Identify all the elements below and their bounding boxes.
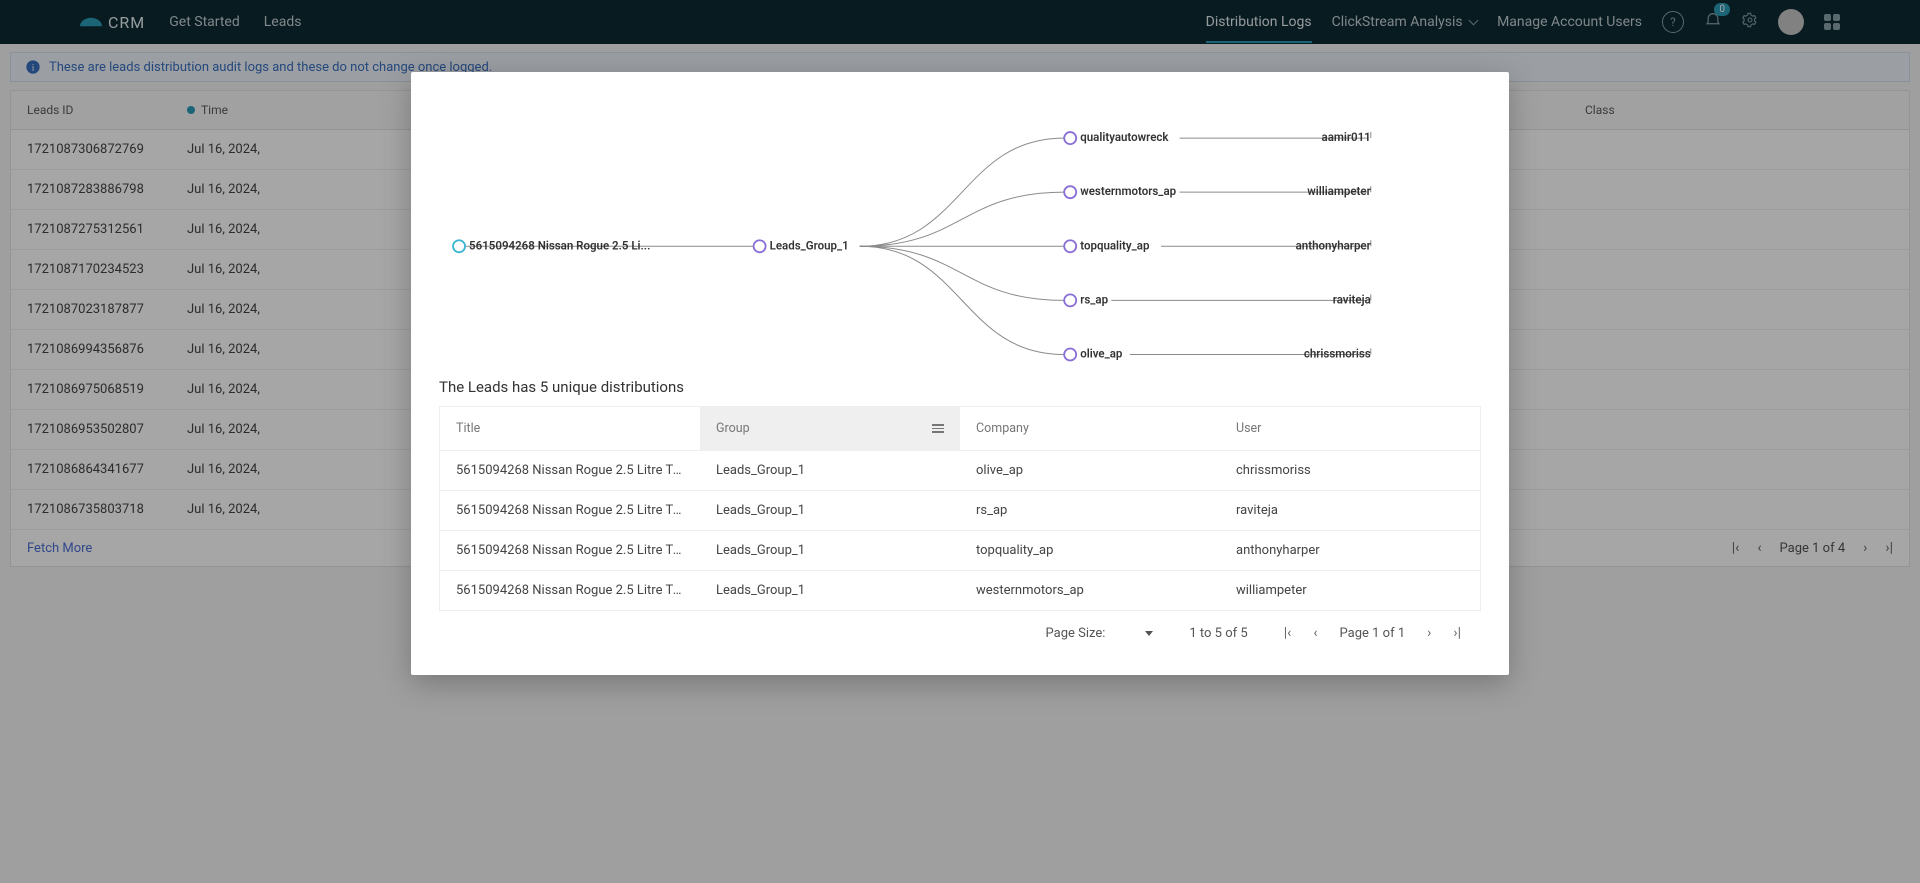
svg-text:anthonyharper: anthonyharper xyxy=(1296,238,1371,252)
distribution-graph: 5615094268 Nissan Rogue 2.5 Li... Leads_G… xyxy=(439,96,1481,366)
cell-group: Leads_Group_1 xyxy=(700,531,960,570)
modal-pager: |‹ ‹ Page 1 of 1 › ›| xyxy=(1284,625,1461,641)
svg-text:Leads_Group_1: Leads_Group_1 xyxy=(770,238,849,252)
distribution-modal: 5615094268 Nissan Rogue 2.5 Li... Leads_G… xyxy=(411,72,1509,675)
dist-table-body: 5615094268 Nissan Rogue 2.5 Litre Transm… xyxy=(440,450,1480,610)
modal-pager-status: Page 1 of 1 xyxy=(1340,626,1406,641)
dth-company[interactable]: Company xyxy=(960,407,1220,450)
modal-subheading: The Leads has 5 unique distributions xyxy=(439,378,1481,396)
dist-table-header: Title Group Company User xyxy=(440,407,1480,450)
svg-text:chrissmoriss: chrissmoriss xyxy=(1304,347,1371,361)
dist-row[interactable]: 5615094268 Nissan Rogue 2.5 Litre Transm… xyxy=(440,570,1480,610)
svg-text:5615094268 Nissan Rogue 2.5 Li: 5615094268 Nissan Rogue 2.5 Li... xyxy=(469,238,650,252)
cell-user: raviteja xyxy=(1220,491,1480,530)
svg-text:topquality_ap: topquality_ap xyxy=(1080,238,1150,252)
svg-text:westernmotors_ap: westernmotors_ap xyxy=(1080,184,1176,198)
cell-title: 5615094268 Nissan Rogue 2.5 Litre Transm… xyxy=(440,491,700,530)
modal-pager-next-icon[interactable]: › xyxy=(1427,625,1431,641)
svg-text:raviteja: raviteja xyxy=(1333,292,1371,306)
range-status: 1 to 5 of 5 xyxy=(1189,626,1247,641)
cell-user: williampeter xyxy=(1220,571,1480,610)
cell-user: anthonyharper xyxy=(1220,531,1480,570)
cell-company: westernmotors_ap xyxy=(960,571,1220,610)
dist-row[interactable]: 5615094268 Nissan Rogue 2.5 Litre Transm… xyxy=(440,530,1480,570)
cell-company: rs_ap xyxy=(960,491,1220,530)
page-size-label: Page Size: xyxy=(1046,626,1106,641)
cell-title: 5615094268 Nissan Rogue 2.5 Litre Transm… xyxy=(440,571,700,610)
cell-title: 5615094268 Nissan Rogue 2.5 Litre Transm… xyxy=(440,451,700,490)
dth-user[interactable]: User xyxy=(1220,407,1480,450)
modal-pager-prev-icon[interactable]: ‹ xyxy=(1313,625,1317,641)
dth-title[interactable]: Title xyxy=(440,407,700,450)
cell-company: olive_ap xyxy=(960,451,1220,490)
dropdown-caret-icon xyxy=(1145,631,1153,636)
svg-text:williampeter: williampeter xyxy=(1307,184,1371,198)
dist-table-footer: Page Size: 1 to 5 of 5 |‹ ‹ Page 1 of 1 … xyxy=(439,611,1481,655)
cell-title: 5615094268 Nissan Rogue 2.5 Litre Transm… xyxy=(440,531,700,570)
cell-group: Leads_Group_1 xyxy=(700,571,960,610)
svg-text:rs_ap: rs_ap xyxy=(1080,292,1108,306)
dth-group[interactable]: Group xyxy=(700,407,960,450)
cell-group: Leads_Group_1 xyxy=(700,451,960,490)
dth-group-label: Group xyxy=(716,421,750,436)
dist-row[interactable]: 5615094268 Nissan Rogue 2.5 Litre Transm… xyxy=(440,450,1480,490)
modal-pager-last-icon[interactable]: ›| xyxy=(1453,625,1461,641)
dist-row[interactable]: 5615094268 Nissan Rogue 2.5 Litre Transm… xyxy=(440,490,1480,530)
modal-pager-first-icon[interactable]: |‹ xyxy=(1284,625,1292,641)
cell-company: topquality_ap xyxy=(960,531,1220,570)
cell-user: chrissmoriss xyxy=(1220,451,1480,490)
distribution-table: Title Group Company User 5615094268 Niss… xyxy=(439,406,1481,611)
svg-text:olive_ap: olive_ap xyxy=(1080,347,1123,361)
page-size-control[interactable]: Page Size: xyxy=(1046,626,1154,641)
modal-overlay[interactable]: 5615094268 Nissan Rogue 2.5 Li... Leads_G… xyxy=(0,0,1920,883)
column-menu-icon[interactable] xyxy=(932,424,944,433)
svg-text:aamir011: aamir011 xyxy=(1322,130,1371,144)
cell-group: Leads_Group_1 xyxy=(700,491,960,530)
svg-text:qualityautowreck: qualityautowreck xyxy=(1080,130,1169,144)
